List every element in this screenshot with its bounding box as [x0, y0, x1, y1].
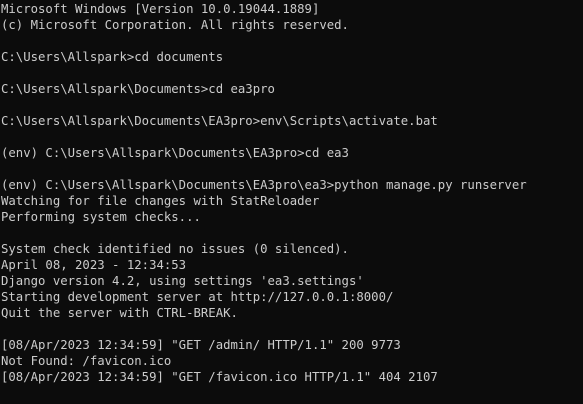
console-line-command: (env) C:\Users\Allspark\Documents\EA3pro… — [1, 146, 349, 160]
console-line-command: (env) C:\Users\Allspark\Documents\EA3pro… — [1, 178, 527, 192]
console-line-output: Performing system checks... — [1, 210, 201, 224]
console-line-command: C:\Users\Allspark\Documents>cd ea3pro — [1, 82, 275, 96]
console-line-log: [08/Apr/2023 12:34:59] "GET /admin/ HTTP… — [1, 338, 401, 352]
console-line-output: Starting development server at http://12… — [1, 290, 394, 304]
console-line-command: C:\Users\Allspark\Documents\EA3pro>env\S… — [1, 114, 438, 128]
console-line-copyright: (c) Microsoft Corporation. All rights re… — [1, 18, 349, 32]
console-line-log: [08/Apr/2023 12:34:59] "GET /favicon.ico… — [1, 370, 438, 384]
console-line-log: Not Found: /favicon.ico — [1, 354, 172, 368]
console-line-output: Quit the server with CTRL-BREAK. — [1, 306, 238, 320]
terminal-window[interactable]: Microsoft Windows [Version 10.0.19044.18… — [0, 0, 583, 404]
console-line-output: Watching for file changes with StatReloa… — [1, 194, 320, 208]
console-line-command: C:\Users\Allspark>cd documents — [1, 50, 224, 64]
console-line-output: System check identified no issues (0 sil… — [1, 242, 349, 256]
console-line-output: Django version 4.2, using settings 'ea3.… — [1, 274, 364, 288]
console-line-output: April 08, 2023 - 12:34:53 — [1, 258, 187, 272]
console-line-version: Microsoft Windows [Version 10.0.19044.18… — [1, 2, 320, 16]
